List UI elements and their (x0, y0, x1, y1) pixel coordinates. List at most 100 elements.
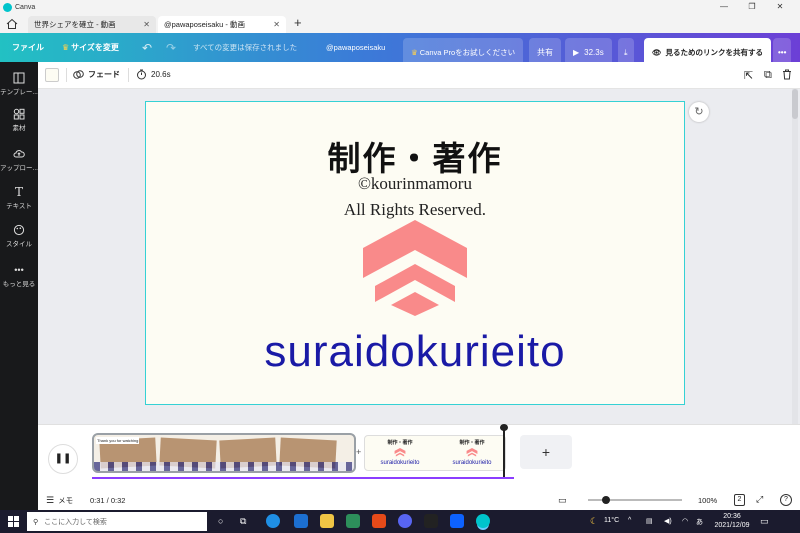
timeline-view-icon[interactable]: ▭ (558, 495, 567, 506)
text-icon: T (14, 185, 23, 199)
resize-button[interactable]: ♛ サイズを変更 (62, 33, 119, 62)
brand-logo-chevron-icon[interactable] (363, 220, 467, 316)
timeline-clip-1[interactable]: Thank you for watching (92, 433, 356, 473)
zoom-slider[interactable] (588, 496, 682, 504)
redo-icon[interactable]: ↷ (166, 33, 176, 62)
eye-icon: 👁 (652, 48, 662, 57)
discord-icon[interactable] (398, 514, 412, 528)
help-icon[interactable]: ? (780, 494, 792, 506)
app-title: Canva (15, 3, 36, 11)
playback-time: 0:31 / 0:32 (90, 496, 126, 505)
mail-icon[interactable] (294, 514, 308, 528)
add-page-button[interactable]: + (520, 435, 572, 469)
thumb-heading: 制作・著作 (459, 440, 485, 446)
trash-icon[interactable] (782, 69, 792, 82)
slide-rights[interactable]: All Rights Reserved. (146, 200, 684, 220)
sidebar-item-text[interactable]: T テキスト (0, 186, 38, 210)
weather-icon[interactable]: ☾ (590, 516, 598, 527)
edit-toolbar: フェード 20.6s ⇱ ⧉ (38, 62, 800, 89)
tab-bar: 世界シェアを確立 - 動画 ✕ @pawaposeisaku - 動画 ✕ + (0, 14, 800, 33)
tray-chevron-icon[interactable]: ^ (628, 517, 631, 524)
notes-button[interactable]: ☰ メモ (46, 495, 73, 506)
notification-icon[interactable]: ▭ (760, 516, 769, 527)
duplicate-page-icon[interactable]: ⧉ (764, 69, 772, 82)
sidebar-item-templates[interactable]: テンプレー... (0, 72, 38, 96)
ime-indicator[interactable]: あ (696, 517, 703, 527)
thumb-brand: suraidokurieito (452, 460, 492, 466)
temperature[interactable]: 11°C (604, 517, 619, 524)
background-color-swatch[interactable] (45, 68, 59, 82)
notes-icon: ☰ (46, 495, 55, 505)
sidebar-item-uploads[interactable]: アップロー... (0, 148, 38, 172)
fade-transition-icon (73, 70, 84, 79)
timeline-progress-bar (92, 477, 514, 479)
cortana-icon[interactable]: ○ (218, 516, 223, 526)
maximize-icon[interactable]: ❐ (738, 0, 766, 14)
transition-button[interactable]: フェード (73, 69, 120, 80)
duration-button[interactable]: 20.6s (136, 69, 171, 80)
pause-button[interactable]: ❚❚ (48, 444, 78, 474)
file-menu-button[interactable]: ファイル (12, 33, 44, 62)
tab-sekai-share[interactable]: 世界シェアを確立 - 動画 ✕ (28, 16, 156, 33)
slide-canvas[interactable]: 制作・著作 ©kourinmamoru All Rights Reserved.… (145, 101, 685, 405)
tab-pawaposeisaku[interactable]: @pawaposeisaku - 動画 ✕ (158, 16, 286, 33)
windows-start-icon[interactable] (8, 516, 19, 527)
left-sidebar: テンプレー... 素材 アップロー... T テキスト スタイル ••• もっと… (0, 62, 38, 510)
timeline-clip-2[interactable]: 制作・著作 suraidokurieito 制作・著作 suraidokurie… (364, 435, 506, 471)
thumb-heading: 制作・著作 (387, 440, 413, 446)
refresh-animate-icon[interactable]: ↻ (689, 102, 709, 122)
insert-transition-plus-icon[interactable]: + (356, 447, 361, 457)
slide-heading[interactable]: 制作・著作 (146, 132, 684, 180)
canvas-scrollbar[interactable] (792, 89, 798, 424)
undo-icon[interactable]: ↶ (142, 33, 152, 62)
clip-caption: Thank you for watching (96, 437, 140, 444)
canvas-workarea: 制作・著作 ©kourinmamoru All Rights Reserved.… (38, 89, 800, 424)
store-icon[interactable] (346, 514, 360, 528)
clip-strip (94, 462, 354, 471)
playhead-handle[interactable] (500, 424, 508, 431)
more-dots-icon: ••• (14, 265, 24, 275)
timer-icon (137, 69, 146, 80)
close-window-icon[interactable]: ✕ (766, 0, 794, 14)
zoom-slider-handle[interactable] (602, 496, 610, 504)
crown-icon: ♛ (62, 43, 70, 52)
slide-copyright[interactable]: ©kourinmamoru (146, 174, 684, 194)
divider (66, 68, 67, 82)
crown-icon: ♛ (411, 48, 418, 57)
playhead[interactable] (503, 425, 505, 477)
taskbar-clock[interactable]: 20:36 2021/12/09 (712, 512, 752, 530)
project-name[interactable]: @pawaposeisaku (326, 33, 385, 62)
video-timeline: ❚❚ Thank you for watching + 制作・著作 suraid… (38, 424, 800, 490)
divider (128, 68, 129, 82)
scrollbar-thumb[interactable] (792, 89, 798, 119)
sidebar-item-styles[interactable]: スタイル (0, 224, 38, 248)
edge-icon[interactable] (266, 514, 280, 528)
close-tab-icon[interactable]: ✕ (143, 20, 150, 29)
canva-taskbar-icon[interactable] (476, 514, 490, 528)
windows-taskbar: ⚲ ここに入力して検索 ○ ⧉ ☾ 11°C ^ ▤ ◀) ◠ あ 20:36 … (0, 510, 800, 533)
fullscreen-icon[interactable]: ⤢ (756, 494, 763, 505)
elements-icon (13, 108, 25, 120)
new-tab-plus-icon[interactable]: + (294, 15, 302, 30)
office-icon[interactable] (372, 514, 386, 528)
sidebar-item-more[interactable]: ••• もっと見る (0, 264, 38, 288)
window-titlebar: Canva — ❐ ✕ (0, 0, 800, 14)
close-tab-icon[interactable]: ✕ (273, 20, 280, 29)
home-icon[interactable] (6, 18, 18, 30)
slide-brand-name[interactable]: suraidokurieito (146, 327, 684, 377)
templates-icon (13, 72, 25, 84)
task-view-icon[interactable]: ⧉ (240, 516, 246, 527)
zoom-level[interactable]: 100% (698, 496, 717, 505)
dropbox-icon[interactable] (450, 514, 464, 528)
volume-icon[interactable]: ◀) (664, 517, 672, 525)
add-page-icon[interactable]: ⇱ (744, 69, 753, 82)
sidebar-item-elements[interactable]: 素材 (0, 108, 38, 132)
taskbar-search-box[interactable]: ⚲ ここに入力して検索 (27, 512, 207, 531)
page-count-button[interactable]: 2 (734, 494, 745, 506)
file-explorer-icon[interactable] (320, 514, 334, 528)
wifi-icon[interactable]: ◠ (682, 517, 688, 525)
tray-network-icon[interactable]: ▤ (646, 517, 653, 525)
app-icon[interactable] (424, 514, 438, 528)
minimize-icon[interactable]: — (710, 0, 738, 14)
thumb-logo-icon (466, 448, 478, 457)
